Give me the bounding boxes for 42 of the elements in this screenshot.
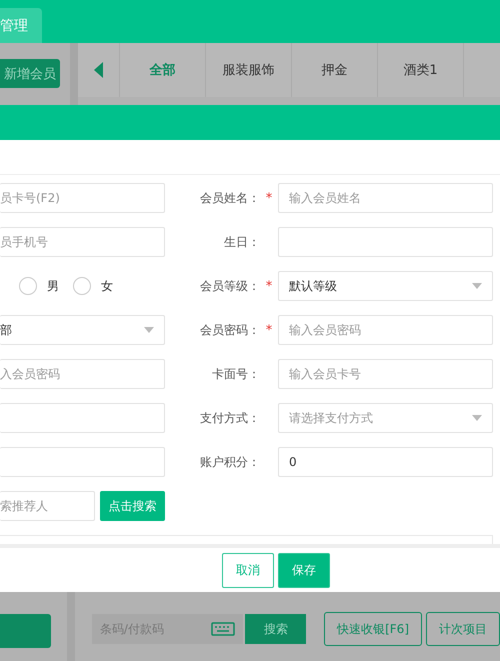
radio-option[interactable]: 男 [19,277,59,295]
action-button[interactable]: 计次项目 [426,612,500,646]
field-label: 会员密码： [199,322,260,338]
text-field[interactable] [0,403,165,433]
text-field[interactable]: 输入会员卡号 [278,359,493,389]
left-arrow-icon[interactable] [94,62,103,78]
search-button[interactable]: 点击搜索 [100,491,165,521]
search-field[interactable]: 索推荐人 [0,491,95,521]
field-label: 生日： [223,234,260,250]
text-field[interactable]: 输入会员密码 [278,315,493,345]
field-label: 会员姓名： [199,190,260,206]
radio-button[interactable] [73,277,91,295]
cancel-button[interactable]: 取消 [222,552,274,588]
field-label: 卡面号： [211,366,260,382]
keyboard-icon[interactable] [211,622,236,636]
radio-option[interactable]: 女 [73,277,113,295]
action-button[interactable]: 快速收银[F6] [324,612,422,646]
dropdown-caret-icon [144,327,154,333]
select-field[interactable]: 请选择支付方式 [278,403,493,433]
text-field[interactable]: 员卡号(F2) [0,183,165,213]
field-label: 账户积分： [199,454,260,470]
dropdown-caret-icon [472,415,482,421]
field-label: 支付方式： [199,410,260,426]
add-member-button[interactable]: 新增会员 [0,59,60,88]
text-field[interactable] [0,447,165,477]
action-button[interactable] [0,614,51,648]
required-mark: * [264,190,274,206]
text-field[interactable] [278,227,493,257]
select-field[interactable]: 默认等级 [278,271,493,301]
text-field[interactable]: 输入会员姓名 [278,183,493,213]
required-mark: * [264,278,274,294]
search-button[interactable]: 搜索 [245,614,306,644]
nav-tab[interactable]: 管理 [0,8,42,43]
field-label: 会员等级： [199,278,260,294]
save-button[interactable]: 保存 [278,552,330,588]
text-field[interactable]: 员手机号 [0,227,165,257]
text-field[interactable]: 入会员密码 [0,359,165,389]
radio-button[interactable] [19,277,37,295]
required-mark: * [264,322,274,338]
select-field[interactable]: 部 [0,315,165,345]
text-field[interactable]: 0 [278,447,493,477]
dropdown-caret-icon [472,283,482,289]
